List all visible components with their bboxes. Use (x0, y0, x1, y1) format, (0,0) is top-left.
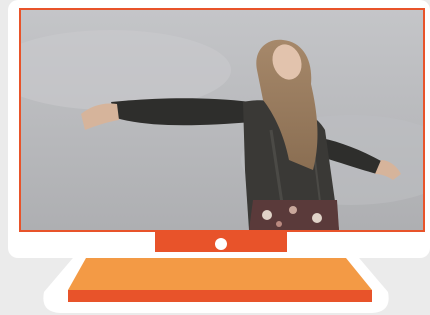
monitor-base (43, 252, 389, 313)
